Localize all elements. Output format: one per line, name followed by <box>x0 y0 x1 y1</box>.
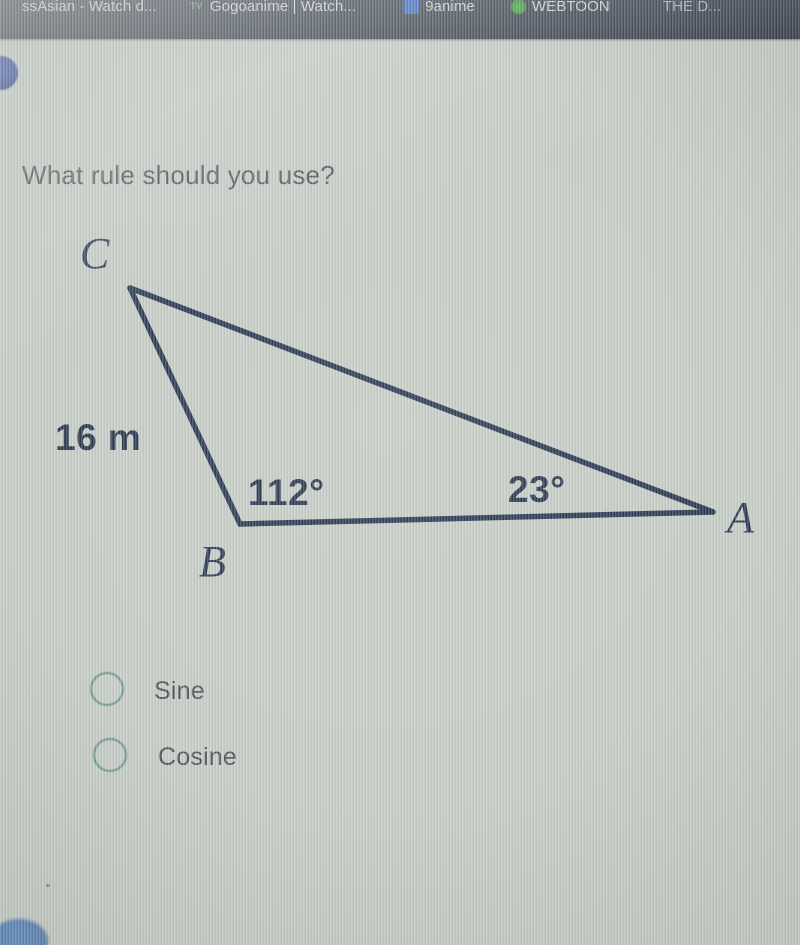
bookmark-label: 9anime <box>425 0 475 15</box>
choice-label: Sine <box>154 676 205 705</box>
bookmark-label: THE D... <box>662 0 722 15</box>
bookmark-item-4[interactable]: THE D... <box>633 0 730 19</box>
bookmark-item-3[interactable]: WEBTOON <box>502 0 619 19</box>
bookmark-item-2[interactable]: 9anime <box>395 0 484 19</box>
side-length-label: 16 m <box>55 417 142 458</box>
generic-site-icon <box>1 0 16 14</box>
vertex-label-A: A <box>727 493 754 542</box>
tv-icon: TV <box>190 0 203 11</box>
bookmark-item-1[interactable]: TV Gogoanime | Watch... <box>180 0 365 19</box>
choice-cosine[interactable]: Cosine <box>0 724 800 788</box>
screenshot-root: ssAsian - Watch d... TV Gogoanime | Watc… <box>0 0 800 945</box>
bookmark-label: Gogoanime | Watch... <box>209 0 357 15</box>
radio-button-cosine[interactable] <box>93 738 127 772</box>
green-leaf-icon <box>510 0 526 14</box>
generic-site-icon <box>642 0 657 14</box>
bookmark-item-0[interactable]: ssAsian - Watch d... <box>0 0 166 19</box>
bookmarks-row: ssAsian - Watch d... TV Gogoanime | Watc… <box>0 0 730 23</box>
triangle-figure <box>0 200 800 620</box>
bookmark-label: WEBTOON <box>531 0 610 15</box>
radio-button-sine[interactable] <box>90 672 124 706</box>
blue-circle-artifact-left <box>0 56 18 90</box>
vertex-label-B: B <box>199 537 226 586</box>
answer-choices: Sine Cosine <box>0 660 800 788</box>
choice-sine[interactable]: Sine <box>0 660 800 724</box>
triangle-svg <box>127 285 716 527</box>
angle-label-B: 112° <box>248 472 325 513</box>
question-text: What rule should you use? <box>22 160 335 190</box>
choice-label: Cosine <box>158 742 238 771</box>
bookmarks-bar: ssAsian - Watch d... TV Gogoanime | Watc… <box>0 0 800 39</box>
blue-circle-artifact-bottom <box>0 919 48 945</box>
dust-speck <box>46 884 50 887</box>
bookmark-label: ssAsian - Watch d... <box>22 0 157 15</box>
angle-label-A: 23° <box>508 469 566 510</box>
blue-square-icon <box>404 0 420 14</box>
vertex-label-C: C <box>80 229 110 278</box>
